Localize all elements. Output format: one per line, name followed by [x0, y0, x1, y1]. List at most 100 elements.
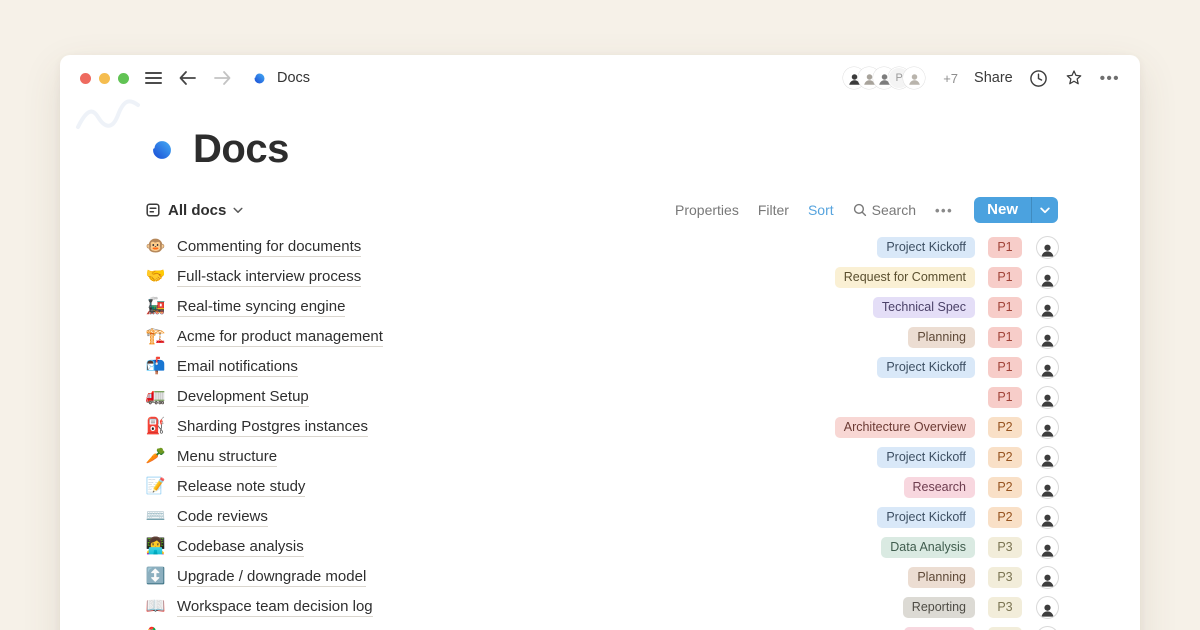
doc-priority-badge[interactable]: P1 [988, 387, 1022, 408]
back-button[interactable] [178, 70, 197, 86]
doc-tag[interactable]: Project Kickoff [877, 507, 975, 528]
doc-title-link[interactable]: Real-time syncing engine [177, 298, 345, 317]
doc-row[interactable]: ⌨️ Code reviews Project Kickoff P2 [145, 502, 1058, 532]
history-clock-icon[interactable] [1029, 69, 1048, 88]
view-selector-label: All docs [168, 202, 226, 219]
doc-title-link[interactable]: Email notifications [177, 358, 298, 377]
spiral-logo-icon [145, 133, 179, 167]
doc-tag[interactable]: Architecture Overview [835, 417, 975, 438]
doc-tag[interactable]: Data Analysis [881, 537, 975, 558]
forward-button[interactable] [213, 70, 232, 86]
search-icon [853, 203, 867, 217]
doc-priority-badge[interactable]: P2 [988, 417, 1022, 438]
toolbar-more-icon[interactable]: ••• [935, 203, 953, 218]
doc-row[interactable]: ⛽ Sharding Postgres instances Architectu… [145, 412, 1058, 442]
properties-button[interactable]: Properties [675, 202, 739, 218]
doc-priority-badge[interactable]: P1 [988, 237, 1022, 258]
doc-owner-avatar[interactable] [1037, 357, 1058, 378]
open-book-emoji: 📖 [145, 599, 166, 615]
doc-owner-avatar[interactable] [1037, 417, 1058, 438]
doc-priority-badge[interactable]: P3 [988, 627, 1022, 630]
doc-title-link[interactable]: Menu structure [177, 448, 277, 467]
doc-list: 🐵 Commenting for documents Project Kicko… [145, 232, 1058, 630]
doc-row[interactable]: 👩‍💻 Codebase analysis Data Analysis P3 [145, 532, 1058, 562]
doc-owner-avatar[interactable] [1037, 627, 1058, 630]
search-button[interactable]: Search [853, 202, 916, 218]
doc-tag[interactable]: Planning [908, 567, 975, 588]
share-button[interactable]: Share [974, 70, 1013, 86]
doc-owner-avatar[interactable] [1037, 567, 1058, 588]
doc-owner-avatar[interactable] [1037, 237, 1058, 258]
doc-tag[interactable]: Project Kickoff [877, 237, 975, 258]
doc-priority-badge[interactable]: P2 [988, 447, 1022, 468]
document-icon [145, 202, 161, 218]
doc-tag[interactable]: Request for Comment [835, 267, 975, 288]
doc-row[interactable]: ↕️ Upgrade / downgrade model Planning P3 [145, 562, 1058, 592]
doc-title-link[interactable]: Acme for product management [177, 328, 383, 347]
search-label: Search [872, 202, 916, 218]
doc-row[interactable]: 📖 Workspace team decision log Reporting … [145, 592, 1058, 622]
doc-tag[interactable]: Project Kickoff [877, 447, 975, 468]
sort-button[interactable]: Sort [808, 202, 834, 218]
chevron-down-icon [1040, 207, 1050, 214]
doc-title-link[interactable]: Upgrade / downgrade model [177, 568, 366, 587]
sidebar-toggle-icon[interactable] [145, 72, 162, 84]
doc-tag[interactable]: Reporting [903, 597, 975, 618]
star-icon[interactable] [1064, 68, 1084, 88]
doc-row[interactable]: 🏗️ Acme for product management Planning … [145, 322, 1058, 352]
filter-button[interactable]: Filter [758, 202, 789, 218]
minimize-window-button[interactable] [99, 73, 110, 84]
doc-row[interactable]: 🐵 Commenting for documents Project Kicko… [145, 232, 1058, 262]
doc-owner-avatar[interactable] [1037, 327, 1058, 348]
doc-priority-badge[interactable]: P3 [988, 597, 1022, 618]
doc-title-link[interactable]: Full-stack interview process [177, 268, 361, 287]
doc-priority-badge[interactable]: P2 [988, 477, 1022, 498]
doc-tag[interactable]: Research [904, 477, 976, 498]
doc-title-link[interactable]: Code reviews [177, 508, 268, 527]
doc-title-link[interactable]: Release note study [177, 478, 305, 497]
new-button[interactable]: New [974, 197, 1058, 223]
up-down-arrow-emoji: ↕️ [145, 569, 166, 585]
doc-tag[interactable]: Planning [908, 327, 975, 348]
doc-priority-badge[interactable]: P1 [988, 297, 1022, 318]
doc-row[interactable]: 🚂 Real-time syncing engine Technical Spe… [145, 292, 1058, 322]
doc-title-link[interactable]: Sharding Postgres instances [177, 418, 368, 437]
doc-priority-badge[interactable]: P2 [988, 507, 1022, 528]
doc-tag[interactable]: Project Kickoff [877, 357, 975, 378]
view-selector-dropdown[interactable]: All docs [145, 202, 243, 219]
doc-owner-avatar[interactable] [1037, 537, 1058, 558]
new-button-dropdown[interactable] [1031, 197, 1058, 223]
collaborator-avatar-stack[interactable]: P [843, 67, 925, 89]
doc-row[interactable]: 📬 Email notifications Project Kickoff P1 [145, 352, 1058, 382]
doc-owner-avatar[interactable] [1037, 297, 1058, 318]
zoom-window-button[interactable] [118, 73, 129, 84]
doc-priority-badge[interactable]: P1 [988, 357, 1022, 378]
doc-owner-avatar[interactable] [1037, 387, 1058, 408]
doc-tag[interactable]: Research [904, 627, 976, 630]
doc-priority-badge[interactable]: P1 [988, 267, 1022, 288]
doc-priority-badge[interactable]: P3 [988, 567, 1022, 588]
new-button-label[interactable]: New [974, 197, 1031, 223]
doc-title-link[interactable]: Commenting for documents [177, 238, 361, 257]
doc-owner-avatar[interactable] [1037, 507, 1058, 528]
page-title: Docs [193, 127, 289, 172]
doc-owner-avatar[interactable] [1037, 447, 1058, 468]
doc-title-link[interactable]: Codebase analysis [177, 538, 304, 557]
doc-row[interactable]: 🤝 Full-stack interview process Request f… [145, 262, 1058, 292]
doc-row[interactable]: 📝 Release note study Research P2 [145, 472, 1058, 502]
carrot-emoji: 🥕 [145, 449, 166, 465]
close-window-button[interactable] [80, 73, 91, 84]
doc-title-link[interactable]: Workspace team decision log [177, 598, 373, 617]
doc-row[interactable]: 🦜 Performance feedback Research P3 [145, 622, 1058, 630]
avatar [903, 67, 925, 89]
doc-priority-badge[interactable]: P3 [988, 537, 1022, 558]
doc-owner-avatar[interactable] [1037, 267, 1058, 288]
doc-tag[interactable]: Technical Spec [873, 297, 975, 318]
doc-row[interactable]: 🥕 Menu structure Project Kickoff P2 [145, 442, 1058, 472]
doc-owner-avatar[interactable] [1037, 477, 1058, 498]
more-ellipsis-icon[interactable]: ••• [1100, 70, 1120, 87]
doc-owner-avatar[interactable] [1037, 597, 1058, 618]
doc-priority-badge[interactable]: P1 [988, 327, 1022, 348]
doc-title-link[interactable]: Development Setup [177, 388, 309, 407]
doc-row[interactable]: 🚛 Development Setup P1 [145, 382, 1058, 412]
